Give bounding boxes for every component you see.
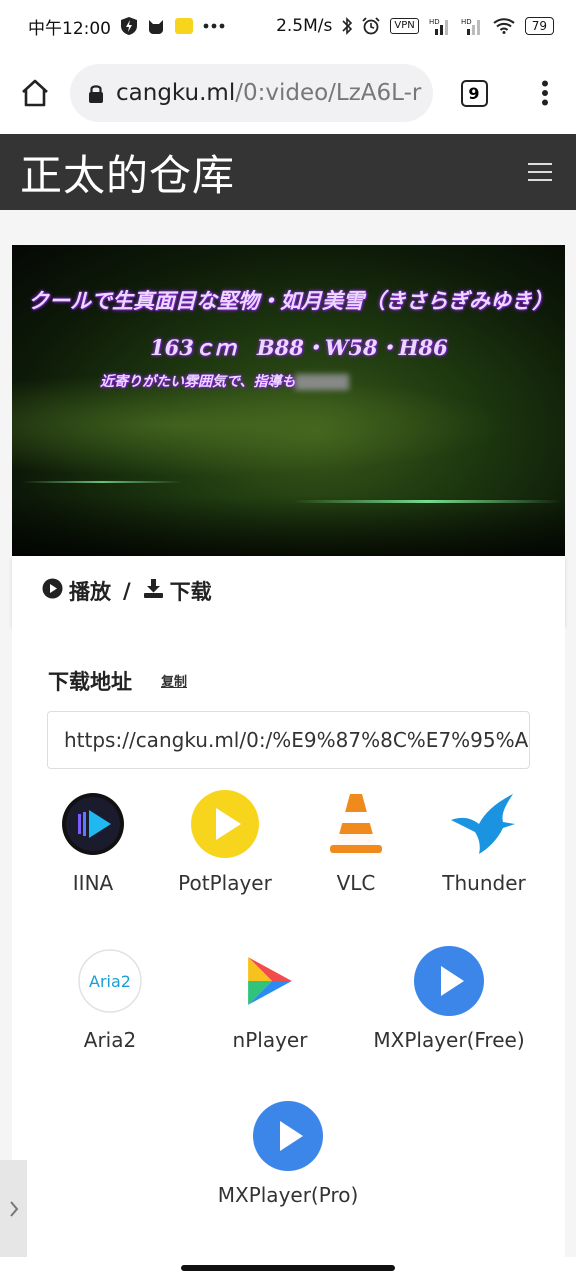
mxplayer-icon [414,946,484,1016]
svg-text:HD: HD [429,18,440,26]
app-mxplayer-free[interactable]: MXPlayer(Free) [369,946,529,1052]
charging-shield-icon [121,17,137,35]
svg-text:Aria2: Aria2 [89,972,131,991]
download-url-field[interactable]: https://cangku.ml/0:/%E9%87%8C%E7%95%AA [47,711,530,769]
video-caption-line2: 163ｃｍ B88・W58・H86 [150,335,448,360]
site-title[interactable]: 正太的仓库 [20,142,235,203]
url-host: cangku.ml [116,80,236,106]
site-header: 正太的仓库 [0,134,576,210]
bluetooth-icon [342,17,353,35]
address-bar[interactable]: cangku.ml/0:video/LzA6L-r [70,64,433,122]
status-bar: 中午12:00 2.5M/s VPN HD HD 79 [0,0,576,52]
iina-icon [58,789,128,859]
play-download-bar: 播放 / 下载 [12,556,565,626]
tabs-button[interactable]: 9 [433,52,515,134]
kebab-menu-icon [542,80,548,106]
video-player[interactable]: クールで生真面目な堅物・如月美雪（きさらぎみゆき） 163ｃｍ B88・W58・… [12,245,565,556]
more-dots-icon [203,23,225,29]
app-nplayer[interactable]: nPlayer [190,946,350,1052]
vpn-icon: VPN [390,18,419,34]
browser-toolbar: cangku.ml/0:video/LzA6L-r 9 [0,52,576,134]
cat-icon [147,18,165,34]
chevron-right-icon [9,1200,18,1217]
play-link[interactable]: 播放 [69,576,111,606]
home-button[interactable] [0,52,70,134]
svg-text:HD: HD [461,18,472,26]
side-drawer-handle[interactable] [0,1160,27,1257]
battery-icon: 79 [524,17,554,35]
app-icon [175,18,193,34]
alarm-icon [362,17,380,35]
home-indicator[interactable] [181,1265,395,1271]
download-link[interactable]: 下载 [170,576,212,606]
app-mxplayer-pro[interactable]: MXPlayer(Pro) [208,1101,368,1207]
lock-icon [88,83,104,103]
app-thunder[interactable]: Thunder [404,789,564,895]
mxplayer-icon [253,1101,323,1171]
home-icon [22,79,48,107]
tabs-icon: 9 [460,79,488,107]
app-label: nPlayer [232,1028,308,1052]
hamburger-menu-icon[interactable] [528,163,552,181]
browser-menu-button[interactable] [515,52,575,134]
signal-hd-icon: HD [429,17,451,35]
play-circle-icon[interactable] [42,578,63,604]
app-label: MXPlayer(Pro) [217,1183,359,1207]
app-label: Aria2 [83,1028,137,1052]
app-aria2[interactable]: Aria2 Aria2 [30,946,190,1052]
download-card: 下载地址 复制 https://cangku.ml/0:/%E9%87%8C%E… [12,626,565,1260]
aria2-icon: Aria2 [75,946,145,1016]
vlc-cone-icon [321,789,391,859]
wifi-icon [493,18,515,34]
app-label: Thunder [442,871,526,895]
gesture-nav-bar [0,1257,576,1280]
potplayer-icon [190,789,260,859]
status-time: 中午12:00 [28,18,111,39]
network-speed: 2.5M/s [276,16,333,36]
download-icon[interactable] [143,578,164,604]
video-caption-line1: クールで生真面目な堅物・如月美雪（きさらぎみゆき） [28,288,553,313]
download-address-label: 下载地址 [48,670,132,694]
video-caption-line3: 近寄りがたい雰囲気で、指導も [100,371,350,391]
url-path: /0:video/LzA6L-r [235,80,422,106]
thunder-bird-icon [449,789,519,859]
copy-link[interactable]: 复制 [161,671,187,690]
signal-hd-icon: HD [461,17,483,35]
separator: / [123,579,131,603]
app-label: MXPlayer(Free) [373,1028,525,1052]
nplayer-icon [235,946,305,1016]
